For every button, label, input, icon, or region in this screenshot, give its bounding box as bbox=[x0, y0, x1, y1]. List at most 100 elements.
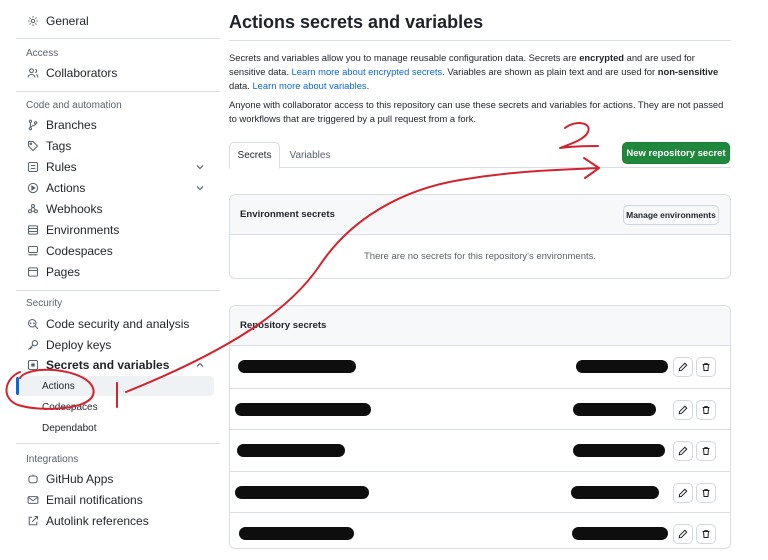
chevron-down-icon bbox=[196, 186, 204, 191]
sidebar-item-autolink[interactable]: Autolink references bbox=[16, 511, 214, 531]
edit-secret-button[interactable] bbox=[673, 357, 693, 377]
sidebar-subitem-codespaces[interactable]: Codespaces bbox=[16, 397, 214, 417]
environment-secrets-box: Environment secrets Manage environments … bbox=[229, 194, 731, 279]
trash-icon bbox=[702, 363, 710, 371]
sidebar-item-codespaces[interactable]: Codespaces bbox=[16, 241, 214, 261]
sidebar-subitem-label: Dependabot bbox=[42, 422, 97, 434]
new-repository-secret-button[interactable]: New repository secret bbox=[622, 142, 730, 164]
sidebar-subitem-actions[interactable]: Actions bbox=[16, 376, 214, 396]
pencil-icon bbox=[678, 529, 688, 539]
asterisk-icon bbox=[26, 358, 40, 372]
section-heading-integrations: Integrations bbox=[26, 454, 79, 465]
sidebar-item-environments[interactable]: Environments bbox=[16, 220, 214, 240]
mail-icon bbox=[26, 493, 40, 507]
sidebar-item-label: Tags bbox=[46, 139, 72, 153]
redacted-secret-name bbox=[235, 402, 371, 416]
sidebar-item-actions[interactable]: Actions bbox=[16, 178, 214, 198]
edit-secret-button[interactable] bbox=[673, 524, 693, 544]
redacted-secret-name bbox=[239, 527, 354, 540]
sidebar-item-label: Codespaces bbox=[46, 244, 113, 258]
apps-icon bbox=[26, 472, 40, 486]
chevron-down-icon bbox=[196, 165, 204, 170]
redacted-updated-time bbox=[572, 527, 668, 540]
divider bbox=[229, 40, 731, 41]
delete-secret-button[interactable] bbox=[696, 399, 716, 420]
branch-icon bbox=[26, 118, 40, 132]
sidebar-subitem-label: Codespaces bbox=[42, 401, 98, 413]
sidebar-item-tags[interactable]: Tags bbox=[16, 136, 214, 156]
pencil-icon bbox=[678, 362, 688, 372]
sidebar-item-rules[interactable]: Rules bbox=[16, 157, 214, 177]
divider bbox=[16, 91, 220, 92]
table-row bbox=[230, 387, 730, 430]
sidebar-item-label: Secrets and variables bbox=[46, 358, 170, 372]
sidebar-item-label: Branches bbox=[46, 118, 97, 132]
redacted-updated-time bbox=[573, 402, 656, 416]
variables-link[interactable]: Learn more about variables bbox=[252, 80, 366, 91]
manage-environments-button[interactable]: Manage environments bbox=[623, 205, 719, 225]
sidebar-item-label: Code security and analysis bbox=[46, 317, 190, 331]
sidebar-item-label: Environments bbox=[46, 223, 120, 237]
table-row bbox=[230, 429, 730, 471]
text: data. bbox=[229, 80, 253, 91]
sidebar-subitem-dependabot[interactable]: Dependabot bbox=[16, 418, 214, 438]
text: . bbox=[366, 80, 370, 91]
sidebar-item-code-security[interactable]: Code security and analysis bbox=[16, 314, 214, 334]
divider bbox=[16, 38, 220, 39]
sidebar-item-label: Autolink references bbox=[46, 514, 149, 528]
sidebar-item-label: Webhooks bbox=[46, 202, 103, 216]
redacted-updated-time bbox=[571, 485, 659, 499]
encrypted-secrets-link[interactable]: Learn more about encrypted secrets bbox=[292, 66, 443, 77]
tab-variables[interactable]: Variables bbox=[280, 142, 340, 169]
box-header: Environment secrets Manage environments bbox=[230, 195, 730, 235]
delete-secret-button[interactable] bbox=[696, 524, 716, 544]
sidebar-item-label: Rules bbox=[46, 160, 77, 174]
sidebar-item-collaborators[interactable]: Collaborators bbox=[16, 63, 214, 83]
link-external-icon bbox=[26, 514, 40, 528]
section-heading-code-automation: Code and automation bbox=[26, 100, 122, 111]
sidebar-item-pages[interactable]: Pages bbox=[16, 262, 214, 282]
sidebar-item-secrets-variables[interactable]: Secrets and variables bbox=[16, 355, 214, 375]
rules-icon bbox=[26, 160, 40, 174]
sidebar-item-webhooks[interactable]: Webhooks bbox=[16, 199, 214, 219]
page-title: Actions secrets and variables bbox=[229, 12, 484, 32]
delete-secret-button[interactable] bbox=[696, 357, 716, 377]
redacted-secret-name bbox=[237, 444, 345, 457]
box-header: Repository secrets bbox=[230, 306, 730, 346]
text: non-sensitive bbox=[657, 66, 719, 77]
sidebar-item-email-notifications[interactable]: Email notifications bbox=[16, 490, 214, 510]
text: encrypted bbox=[579, 52, 625, 63]
box-title: Repository secrets bbox=[240, 320, 327, 331]
sidebar-item-label: Actions bbox=[46, 181, 86, 195]
trash-icon bbox=[702, 530, 710, 538]
webhook-icon bbox=[26, 202, 40, 216]
codespaces-icon bbox=[26, 244, 40, 258]
delete-secret-button[interactable] bbox=[696, 482, 716, 503]
redacted-secret-name bbox=[235, 485, 369, 499]
trash-icon bbox=[702, 488, 710, 497]
sidebar-item-label: General bbox=[46, 14, 89, 28]
sidebar-item-deploy-keys[interactable]: Deploy keys bbox=[16, 335, 214, 355]
sidebar-item-label: Email notifications bbox=[46, 493, 143, 507]
edit-secret-button[interactable] bbox=[673, 482, 693, 503]
edit-secret-button[interactable] bbox=[673, 441, 693, 461]
divider bbox=[16, 290, 220, 291]
sidebar-item-label: Pages bbox=[46, 265, 81, 279]
browser-icon bbox=[26, 265, 40, 279]
trash-icon bbox=[702, 447, 710, 455]
delete-secret-button[interactable] bbox=[696, 441, 716, 461]
text: . Variables are shown as plain text and … bbox=[442, 66, 658, 77]
sidebar-item-general[interactable]: General bbox=[16, 11, 214, 31]
sidebar-item-label: GitHub Apps bbox=[46, 472, 114, 486]
box-title: Environment secrets bbox=[240, 209, 335, 220]
access-paragraph: Anyone with collaborator access to this … bbox=[229, 99, 724, 124]
sidebar-item-github-apps[interactable]: GitHub Apps bbox=[16, 469, 214, 489]
edit-secret-button[interactable] bbox=[673, 399, 693, 420]
tab-secrets[interactable]: Secrets bbox=[229, 142, 280, 169]
divider bbox=[16, 443, 220, 444]
pencil-icon bbox=[678, 488, 688, 497]
section-heading-security: Security bbox=[26, 298, 63, 309]
sidebar-item-branches[interactable]: Branches bbox=[16, 115, 214, 135]
people-icon bbox=[26, 66, 40, 80]
sidebar-subitem-label: Actions bbox=[42, 380, 75, 392]
